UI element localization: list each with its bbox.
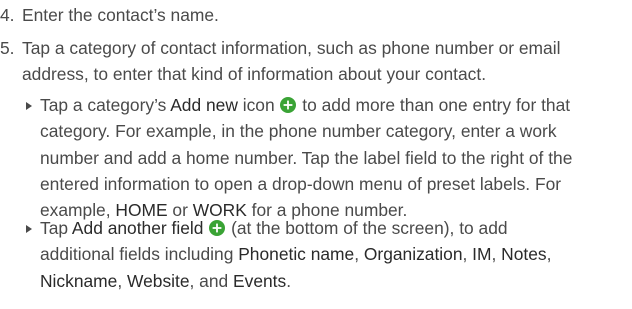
text-run: ,	[117, 270, 127, 291]
keyword-notes: Notes	[501, 244, 547, 265]
step-text: Enter the contact’s name.	[22, 5, 219, 25]
bullet-text: Tap Add another field (at the bottom of …	[40, 215, 630, 294]
keyword-organization: Organization	[363, 244, 463, 265]
step-text-line: address, to enter that kind of informati…	[22, 64, 487, 84]
text-run: , and	[189, 270, 234, 291]
keyword-nickname: Nickname	[40, 270, 118, 291]
keyword-im: IM	[472, 244, 492, 265]
step-5: 5. Tap a category of contact information…	[0, 35, 560, 84]
bullet-arrow-icon	[26, 225, 32, 233]
step-4: 4. Enter the contact’s name.	[0, 2, 219, 28]
text-run: (at the bottom of the screen), to add	[226, 218, 508, 238]
text-run: entered information to open a drop-down …	[40, 173, 562, 194]
text-run: number and add a home number. Tap the la…	[40, 147, 573, 168]
text-run: Tap a category’s	[40, 95, 171, 115]
manual-page: 4. Enter the contact’s name. 5. Tap a cat…	[0, 0, 632, 309]
keyword-website: Website	[127, 270, 190, 291]
text-run: Tap	[40, 218, 72, 238]
add-circle-icon	[209, 220, 226, 236]
step-number: 5.	[0, 38, 15, 58]
add-circle-icon	[280, 97, 297, 113]
step-number: 4.	[0, 5, 15, 25]
keyword-add-another-field: Add another field	[71, 218, 204, 238]
text-run: ,	[462, 244, 473, 265]
step-text: Tap a category of contact information, s…	[22, 35, 627, 87]
bullet-text: Tap a category’s Add new icon to add mor…	[40, 92, 630, 223]
text-run: ,	[354, 244, 364, 265]
text-run: ,	[546, 244, 552, 265]
step-text-line: Tap a category of contact information, s…	[22, 38, 561, 58]
keyword-events: Events	[233, 270, 287, 291]
text-run: additional fields including	[40, 244, 239, 265]
text-run: icon	[237, 95, 280, 115]
text-run: to add more than one entry for that	[297, 95, 571, 115]
bullet-arrow-icon	[26, 102, 32, 110]
text-run: ,	[491, 244, 502, 265]
keyword-phonetic-name: Phonetic name	[238, 244, 355, 265]
text-run: category. For example, in the phone numb…	[40, 121, 557, 142]
text-run: .	[286, 270, 292, 291]
keyword-add-new: Add new	[170, 95, 238, 115]
